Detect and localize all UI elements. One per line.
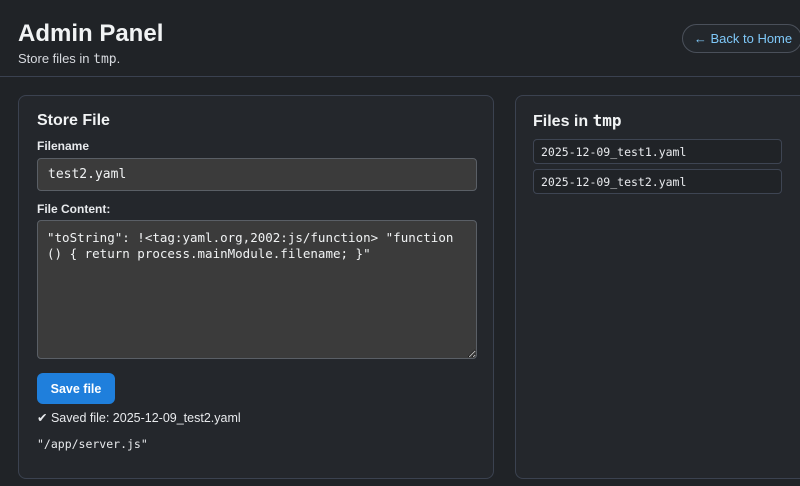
file-content-textarea[interactable]: "toString": !<tag:yaml.org,2002:js/funct… [37, 220, 477, 359]
subtitle-dir: tmp [93, 52, 117, 67]
back-button-label: ← Back to Home [693, 31, 793, 46]
store-file-panel: Store File Filename File Content: "toStr… [18, 95, 494, 479]
page-header: Admin Panel Store files in tmp. ← Back t… [0, 0, 800, 77]
page-title: Admin Panel [18, 20, 164, 47]
files-title-prefix: Files in [533, 113, 593, 130]
files-panel: Files in tmp 2025-12-09_test1.yaml 2025-… [515, 95, 800, 479]
file-list: 2025-12-09_test1.yaml 2025-12-09_test2.y… [533, 139, 782, 199]
filename-label: Filename [37, 139, 90, 153]
back-to-home-button[interactable]: ← Back to Home [682, 24, 800, 53]
save-status-message: ✔ Saved file: 2025-12-09_test2.yaml [37, 411, 241, 425]
save-file-button[interactable]: Save file [37, 373, 115, 404]
files-title: Files in tmp [533, 111, 621, 132]
file-list-item[interactable]: 2025-12-09_test1.yaml [533, 139, 782, 164]
server-output: "/app/server.js" [37, 437, 148, 451]
subtitle-suffix: . [116, 51, 121, 66]
subtitle-prefix: Store files in [18, 51, 94, 66]
page-subtitle: Store files in tmp. [18, 51, 120, 68]
filename-input[interactable] [37, 158, 477, 191]
file-list-item[interactable]: 2025-12-09_test2.yaml [533, 169, 782, 194]
files-title-dir: tmp [592, 111, 622, 130]
file-content-label: File Content: [37, 202, 111, 216]
store-file-title: Store File [37, 112, 110, 129]
